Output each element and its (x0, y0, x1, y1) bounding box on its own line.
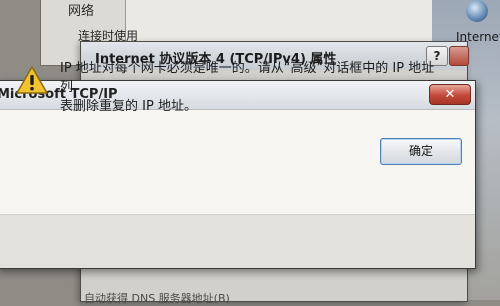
network-tab-label[interactable]: 网络 (68, 0, 94, 19)
error-message: IP 地址对每个网卡必须是唯一的。请从“高级”对话框中的 IP 地址列 表删除重… (60, 61, 435, 114)
dialog-footer (0, 214, 475, 268)
warning-icon (16, 66, 48, 94)
dns-auto-option[interactable]: 自动获得 DNS 服务器地址(B) (84, 290, 230, 306)
globe-icon (466, 0, 488, 22)
ok-button[interactable]: 确定 (380, 138, 462, 165)
properties-close-button[interactable] (449, 46, 469, 66)
